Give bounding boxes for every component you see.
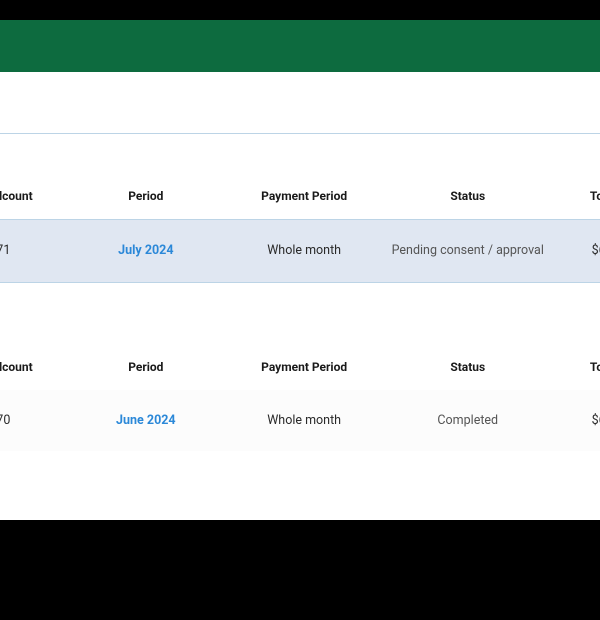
- header-headcount: Headcount: [0, 179, 67, 220]
- header-total: Total Amount: [552, 179, 600, 220]
- cell-payment: Whole month: [225, 390, 383, 452]
- header-total: Total Amount: [552, 350, 600, 390]
- period-link[interactable]: June 2024: [116, 413, 176, 428]
- header-bar: [0, 20, 600, 72]
- period-link[interactable]: July 2024: [118, 243, 173, 258]
- header-headcount: Headcount: [0, 350, 67, 390]
- header-period: Period: [67, 179, 225, 220]
- cell-total: $600,800.10: [552, 390, 600, 452]
- content-area: rd ayroll Headcount Period Payment Perio…: [0, 72, 600, 451]
- table-row: 71 July 2024 Whole month Pending consent…: [0, 220, 600, 283]
- cell-headcount: 70: [0, 390, 67, 452]
- header-payment: Payment Period: [225, 179, 383, 220]
- section-title-completed: oll: [0, 305, 600, 350]
- header-payment: Payment Period: [225, 350, 383, 390]
- section-title-pending: ayroll: [0, 133, 600, 179]
- cell-headcount: 71: [0, 220, 67, 283]
- cell-status: Pending consent / approval: [392, 243, 544, 258]
- header-period: Period: [67, 350, 225, 390]
- cell-payment: Whole month: [225, 220, 383, 283]
- cell-status: Completed: [437, 413, 498, 428]
- table-header-row: Headcount Period Payment Period Status T…: [0, 179, 600, 220]
- pending-payroll-table: Headcount Period Payment Period Status T…: [0, 179, 600, 283]
- table-header-row: Headcount Period Payment Period Status T…: [0, 350, 600, 390]
- header-status: Status: [383, 179, 552, 220]
- cell-total: $620,700.10: [552, 220, 600, 283]
- completed-payroll-table: Headcount Period Payment Period Status T…: [0, 350, 600, 452]
- header-status: Status: [383, 350, 552, 390]
- app-window: rd ayroll Headcount Period Payment Perio…: [0, 20, 600, 520]
- page-title: rd: [0, 90, 600, 133]
- table-row: 70 June 2024 Whole month Completed $600,…: [0, 390, 600, 452]
